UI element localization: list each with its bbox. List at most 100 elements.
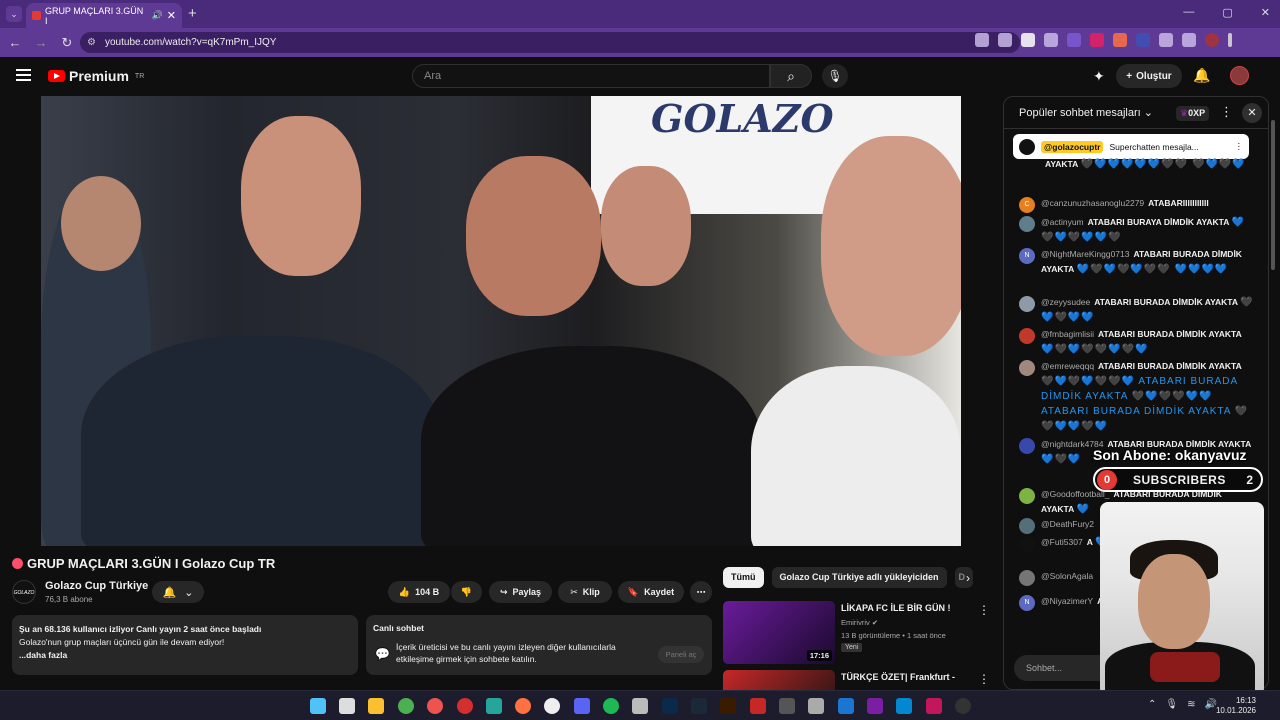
opera-icon[interactable] xyxy=(457,698,473,714)
chat-username[interactable]: @actinyum xyxy=(1041,217,1084,227)
dislike-button[interactable]: 👎 xyxy=(451,581,482,603)
search-icon[interactable]: ⌕ xyxy=(770,64,812,88)
close-chat-button[interactable]: ✕ xyxy=(1242,103,1262,123)
video-player[interactable]: GOLAZO xyxy=(41,96,961,546)
app-icon[interactable] xyxy=(896,698,912,714)
firefox-icon[interactable] xyxy=(515,698,531,714)
microphone-icon[interactable]: 🎙 xyxy=(822,64,848,88)
discord-icon[interactable] xyxy=(574,698,590,714)
taskbar-clock[interactable]: 16:13 10.01.2026 xyxy=(1216,696,1256,716)
open-panel-button[interactable]: Paneli aç xyxy=(658,646,704,663)
new-tab-button[interactable]: + xyxy=(188,5,197,22)
chrome-icon[interactable] xyxy=(398,698,414,714)
chat-avatar[interactable] xyxy=(1019,488,1035,504)
app-icon[interactable] xyxy=(838,698,854,714)
extension-icon[interactable] xyxy=(1021,33,1035,47)
maximize-button[interactable]: ▢ xyxy=(1222,6,1232,19)
yandex-icon[interactable] xyxy=(544,698,560,714)
create-button[interactable]: + Oluştur xyxy=(1116,64,1182,88)
close-window-button[interactable]: ✕ xyxy=(1261,6,1270,19)
windows-start-icon[interactable] xyxy=(310,698,326,714)
youtube-premium-logo[interactable]: Premium TR xyxy=(48,68,144,84)
install-app-icon[interactable] xyxy=(975,33,989,47)
chat-username[interactable]: @zeyysudee xyxy=(1041,297,1090,307)
extension-icon[interactable] xyxy=(1090,33,1104,47)
clip-button[interactable]: ✂ Klip xyxy=(558,581,612,603)
app-icon[interactable] xyxy=(808,698,824,714)
chip-all[interactable]: Tümü xyxy=(723,567,764,588)
chat-avatar[interactable] xyxy=(1019,438,1035,454)
show-more-link[interactable]: ...daha fazla xyxy=(19,649,351,662)
reading-list-icon[interactable] xyxy=(1182,33,1196,47)
chip-from-uploader[interactable]: Golazo Cup Türkiye adlı yükleyiciden xyxy=(771,567,947,588)
more-vert-icon[interactable]: ⋮ xyxy=(978,603,990,617)
chat-username[interactable]: @canzunuzhasanoglu2279 xyxy=(1041,198,1144,208)
video-thumbnail[interactable] xyxy=(723,670,835,690)
chat-mode-dropdown[interactable]: Popüler sohbet mesajları ⌄ xyxy=(1019,106,1153,119)
taskview-icon[interactable] xyxy=(339,698,355,714)
obs-icon[interactable] xyxy=(955,698,971,714)
chat-username[interactable]: @Futi5307 xyxy=(1041,537,1083,547)
chat-avatar[interactable]: C xyxy=(1019,197,1035,213)
related-video-title[interactable]: LİKAPA FC İLE BİR GÜN ! xyxy=(841,603,951,613)
chat-message[interactable]: N @NightMareKingg0713 ATABARI BURADA DİMDİ… xyxy=(1019,247,1254,277)
app-icon[interactable] xyxy=(926,698,942,714)
chat-avatar[interactable] xyxy=(1019,296,1035,312)
more-vert-icon[interactable]: ⋮ xyxy=(1235,141,1244,152)
search-input[interactable]: Ara xyxy=(412,64,770,88)
app-icon[interactable] xyxy=(486,698,502,714)
site-info-icon[interactable]: ⚙ xyxy=(87,32,96,53)
more-vert-icon[interactable]: ⋮ xyxy=(1220,104,1233,120)
related-video-title[interactable]: TÜRKÇE ÖZET| Frankfurt - xyxy=(841,672,955,682)
app-icon[interactable] xyxy=(779,698,795,714)
cast-icon[interactable]: ✦ xyxy=(1093,68,1105,85)
xp-badge[interactable]: ♛0XP xyxy=(1176,106,1210,121)
share-button[interactable]: ↪ Paylaş xyxy=(489,581,552,603)
minimize-button[interactable]: — xyxy=(1183,6,1194,19)
back-icon[interactable]: ← xyxy=(4,35,26,50)
chat-avatar[interactable] xyxy=(1019,360,1035,376)
chat-username[interactable]: @fmbagimlisii xyxy=(1041,329,1094,339)
chat-scrollbar[interactable] xyxy=(1271,120,1275,270)
chat-message[interactable]: @emreweqqq ATABARI BURADA DİMDİK AYAKTA 🖤… xyxy=(1019,359,1254,434)
chat-username[interactable]: @SolonAgala xyxy=(1041,571,1093,581)
menu-icon[interactable] xyxy=(16,69,31,81)
extension-icon[interactable] xyxy=(1044,33,1058,47)
chevron-right-icon[interactable]: › xyxy=(966,571,970,585)
spotify-icon[interactable] xyxy=(603,698,619,714)
chevron-up-icon[interactable]: ⌃ xyxy=(1148,699,1156,710)
reload-icon[interactable]: ↻ xyxy=(56,35,78,51)
browser-menu-icon[interactable] xyxy=(1228,33,1232,47)
notifications-bell-icon[interactable]: 🔔 xyxy=(1193,67,1210,84)
account-avatar[interactable] xyxy=(1230,66,1249,85)
description-box[interactable]: Şu an 68.136 kullanıcı izliyor Canlı yay… xyxy=(12,615,358,675)
save-button[interactable]: 🔖 Kaydet xyxy=(618,581,684,603)
forward-icon[interactable]: → xyxy=(30,35,52,50)
chat-avatar[interactable] xyxy=(1019,536,1035,552)
more-vert-icon[interactable]: ⋮ xyxy=(978,672,990,686)
chat-message[interactable]: AYAKTA 🖤💙💙💙💙💙🖤🖤 🖤💙🖤💙 xyxy=(1019,157,1254,174)
extension-icon[interactable] xyxy=(1067,33,1081,47)
chat-avatar[interactable] xyxy=(1019,518,1035,534)
chat-message[interactable]: @fmbagimlisii ATABARI BURADA DİMDİK AYAKT… xyxy=(1019,327,1254,357)
chat-message[interactable]: @zeyysudee ATABARI BURADA DİMDİK AYAKTA 🖤… xyxy=(1019,295,1254,325)
chat-username[interactable]: @NiyazimerY xyxy=(1041,596,1093,606)
profile-avatar-icon[interactable] xyxy=(1205,33,1219,47)
steam-icon[interactable] xyxy=(691,698,707,714)
chat-username[interactable]: @emreweqqq xyxy=(1041,361,1094,371)
chat-avatar[interactable] xyxy=(1019,570,1035,586)
app-icon[interactable] xyxy=(632,698,648,714)
tab-search-icon[interactable]: ⌄ xyxy=(6,6,22,22)
illustrator-icon[interactable] xyxy=(720,698,736,714)
extensions-puzzle-icon[interactable] xyxy=(1159,33,1173,47)
channel-avatar[interactable]: GOLAZO xyxy=(12,580,36,604)
more-actions-button[interactable]: ⋯ xyxy=(690,581,712,603)
wifi-icon[interactable]: ≋ xyxy=(1187,699,1195,710)
subscription-bell-button[interactable]: 🔔 ⌄ xyxy=(152,581,204,603)
chat-username[interactable]: @DeathFury2 xyxy=(1041,519,1094,529)
app-icon[interactable] xyxy=(867,698,883,714)
chat-message[interactable]: C @canzunuzhasanoglu2279 ATABARIIIIIIIIIII xyxy=(1019,196,1254,213)
video-thumbnail[interactable]: 17:16 xyxy=(723,601,835,664)
audio-icon[interactable]: 🔊 xyxy=(152,10,163,21)
acrobat-icon[interactable] xyxy=(750,698,766,714)
